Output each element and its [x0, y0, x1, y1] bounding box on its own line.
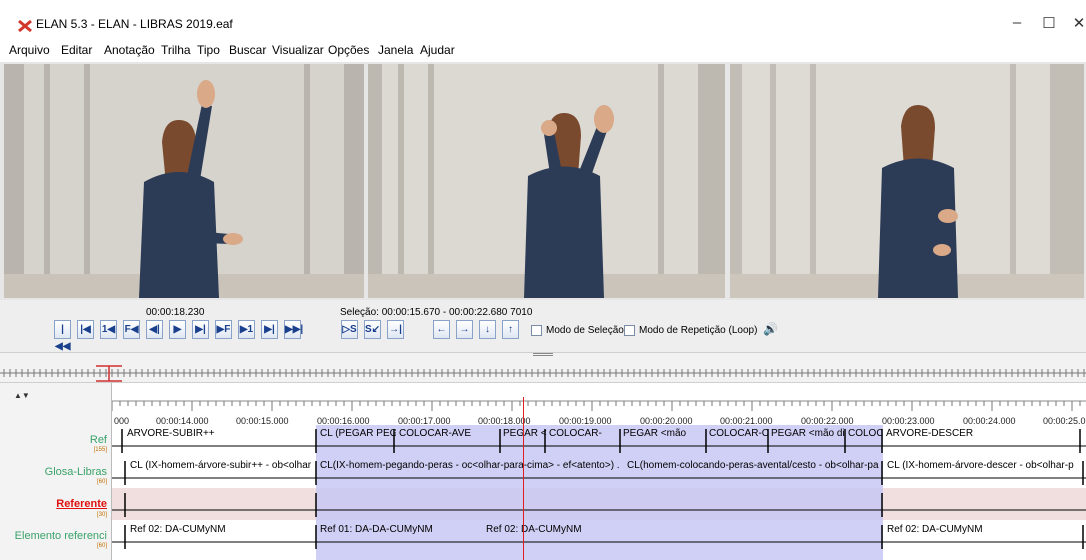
glosa-annotation[interactable]: CL (IX-homem-árvore-descer - ob<olhar-p: [887, 460, 1079, 471]
overview-ruler[interactable]: [0, 352, 1086, 382]
loop-mode-label: Modo de Repetição (Loop): [639, 325, 758, 336]
video-frame-center[interactable]: [368, 64, 725, 298]
play-selection-button[interactable]: ▷S: [341, 320, 358, 339]
tier-count-elemento: [60]: [96, 543, 107, 549]
elan-logo-icon: [18, 19, 32, 33]
clear-selection-button[interactable]: S↙: [364, 320, 381, 339]
play-backward-button[interactable]: ◀|: [146, 320, 163, 339]
title-bar: ELAN 5.3 - ELAN - LIBRAS 2019.eaf – ☐ ✕: [0, 0, 1086, 38]
elemento-annotation[interactable]: Ref 02: DA-CUMyNM: [486, 524, 646, 535]
ref-annotation[interactable]: COLOC: [848, 428, 882, 439]
menu-opcoes[interactable]: Opções: [328, 43, 369, 57]
tier-count-referente: [30]: [96, 512, 107, 518]
collapse-icon[interactable]: ▲▼: [14, 391, 30, 400]
close-button[interactable]: ✕: [1064, 14, 1086, 36]
menu-visualizar[interactable]: Visualizar: [272, 43, 324, 57]
play-forward-button[interactable]: ▶|: [192, 320, 209, 339]
current-time-display: 00:00:18.230: [146, 307, 205, 318]
elemento-annotation[interactable]: Ref 02: DA-CUMyNM: [130, 524, 314, 535]
tier-name-panel: ▲▼ Ref [155] Glosa-Libras [60] Referente…: [0, 383, 112, 560]
overview-ruler-ticks: [0, 365, 1086, 382]
go-to-end-button[interactable]: ▶▶|: [284, 320, 303, 339]
volume-icon[interactable]: 🔊: [763, 322, 778, 336]
elemento-annotation[interactable]: Ref 02: DA-CUMyNM: [887, 524, 1079, 535]
menu-buscar[interactable]: Buscar: [229, 43, 266, 57]
glosa-annotation[interactable]: CL(homem-colocando-peras-avental/cesto -…: [627, 460, 881, 471]
menu-editar[interactable]: Editar: [61, 43, 92, 57]
ref-annotation[interactable]: COLOCAR-C: [709, 428, 768, 439]
video-frame-left[interactable]: [4, 64, 364, 298]
menu-anotacao[interactable]: Anotação: [104, 43, 155, 57]
video-frame-right[interactable]: [730, 64, 1084, 298]
tier-name-referente[interactable]: Referente: [56, 498, 107, 510]
previous-frame-button[interactable]: |◀: [77, 320, 94, 339]
step-back-frame-button[interactable]: F◀: [123, 320, 140, 339]
arrow-left-button[interactable]: ←: [433, 320, 450, 339]
menu-tipo[interactable]: Tipo: [197, 43, 220, 57]
time-ruler[interactable]: [112, 397, 1086, 417]
glosa-annotation[interactable]: CL (IX-homem-árvore-subir++ - ob<olhar: [130, 460, 314, 471]
tier-count-glosa: [60]: [96, 479, 107, 485]
selection-end-button[interactable]: →|: [387, 320, 404, 339]
maximize-button[interactable]: ☐: [1034, 14, 1064, 36]
selection-mode-label: Modo de Seleção: [546, 325, 624, 336]
crosshair-cursor[interactable]: [523, 397, 524, 560]
ref-annotation[interactable]: COLOCAR-: [549, 428, 620, 439]
loop-mode-checkbox[interactable]: [624, 325, 635, 336]
menu-bar: Arquivo Editar Anotação Trilha Tipo Busc…: [0, 38, 1086, 62]
step-forward-frame-button[interactable]: ▶F: [215, 320, 232, 339]
ref-annotation[interactable]: COLOCAR-AVE: [399, 428, 499, 439]
player-controls: 00:00:18.230 Seleção: 00:00:15.670 - 00:…: [0, 300, 1086, 352]
ref-annotation[interactable]: ÁRVORE-SUBIR++: [127, 428, 317, 439]
ref-annotation[interactable]: PEGAR <mão di: [503, 428, 547, 439]
ref-annotation[interactable]: CL (PEGAR PEGAR P: [320, 428, 396, 439]
elemento-annotation[interactable]: Ref 01: DA-DA-CUMyNM: [320, 524, 480, 535]
selection-display: Seleção: 00:00:15.670 - 00:00:22.680 701…: [340, 307, 533, 318]
go-to-begin-button[interactable]: |◀◀: [54, 320, 71, 352]
next-frame-button[interactable]: ▶|: [261, 320, 278, 339]
menu-arquivo[interactable]: Arquivo: [9, 43, 50, 57]
tier-name-elemento[interactable]: Elemento referenci: [15, 530, 107, 542]
splitter-handle[interactable]: [533, 353, 553, 356]
arrow-right-button[interactable]: →: [456, 320, 473, 339]
tier-name-ref[interactable]: Ref: [90, 434, 107, 446]
step-forward-second-button[interactable]: ▶1: [238, 320, 255, 339]
menu-ajudar[interactable]: Ajudar: [420, 43, 455, 57]
step-back-second-button[interactable]: 1◀: [100, 320, 117, 339]
minimize-button[interactable]: –: [1002, 14, 1032, 36]
ref-annotation[interactable]: PEGAR <mão di: [771, 428, 845, 439]
ref-annotation[interactable]: ÁRVORE-DESCER: [886, 428, 1076, 439]
menu-janela[interactable]: Janela: [378, 43, 413, 57]
glosa-annotation[interactable]: CL(IX-homem-pegando-peras - oc<olhar-par…: [320, 460, 625, 471]
video-viewer-area: [0, 62, 1086, 300]
tier-count-ref: [155]: [93, 447, 107, 453]
annotation-grid: [112, 429, 1086, 549]
ref-annotation[interactable]: PEGAR <mão: [623, 428, 706, 439]
annotation-timeline: ▲▼ Ref [155] Glosa-Libras [60] Referente…: [0, 382, 1086, 560]
tier-name-glosa[interactable]: Glosa-Libras: [45, 466, 107, 478]
play-button[interactable]: ▶: [169, 320, 186, 339]
arrow-down-button[interactable]: ↓: [479, 320, 496, 339]
window-title: ELAN 5.3 - ELAN - LIBRAS 2019.eaf: [36, 17, 233, 31]
arrow-up-button[interactable]: ↑: [502, 320, 519, 339]
menu-trilha[interactable]: Trilha: [161, 43, 191, 57]
selection-mode-checkbox[interactable]: [531, 325, 542, 336]
